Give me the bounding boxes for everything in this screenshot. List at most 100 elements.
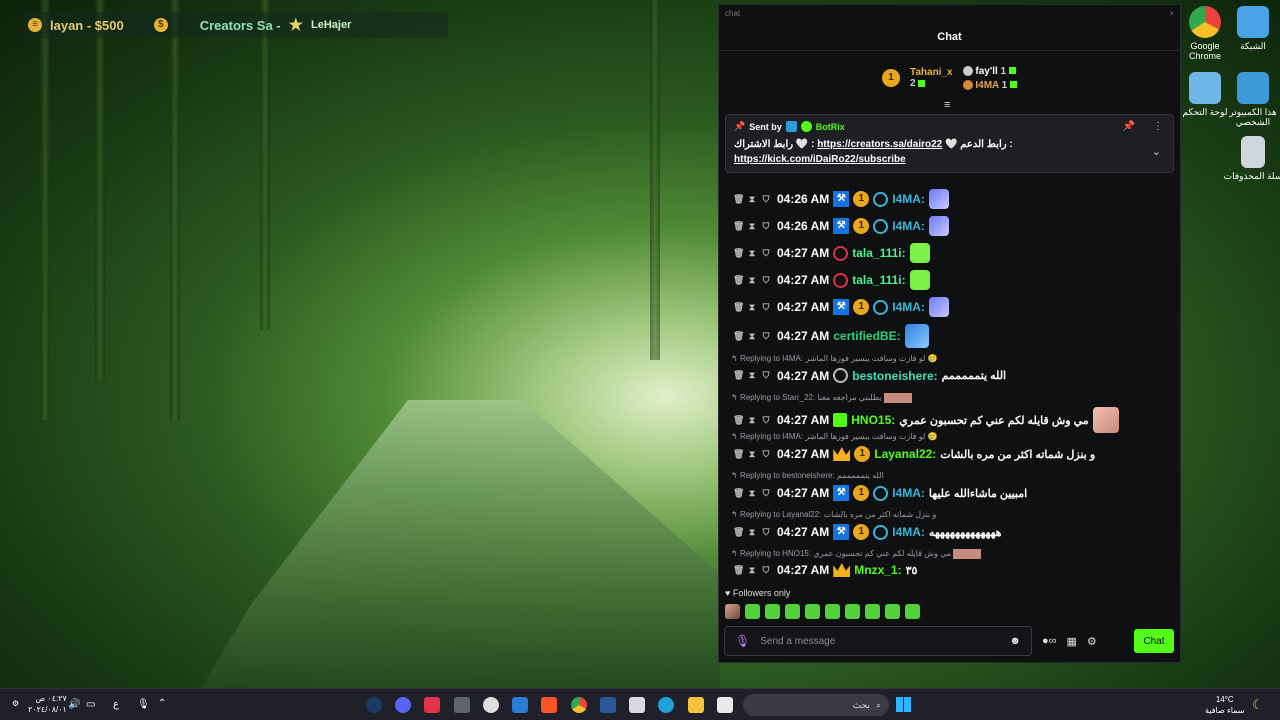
ban-shield-icon[interactable]: ⛉: [761, 370, 771, 381]
file-explorer-icon[interactable]: [688, 697, 704, 713]
delete-icon[interactable]: 🗑: [733, 488, 744, 499]
subscribe-link-kick[interactable]: https://kick.com/iDaiRo22/subscribe: [734, 154, 906, 165]
display-icon[interactable]: ▭: [86, 699, 95, 710]
timeout-icon[interactable]: ⧗: [747, 331, 757, 342]
send-chat-button[interactable]: Chat: [1134, 629, 1174, 653]
steam-icon[interactable]: [366, 697, 382, 713]
timeout-icon[interactable]: ⧗: [747, 449, 757, 460]
timeout-icon[interactable]: ⧗: [747, 194, 757, 205]
message-username[interactable]: I4MA:: [892, 300, 925, 314]
reply-context[interactable]: ↰ Replying to I4MA: لو فازت وسافت يبسير …: [731, 354, 937, 363]
timeout-icon[interactable]: ⧗: [747, 370, 757, 381]
timeout-icon[interactable]: ⧗: [747, 488, 757, 499]
delete-icon[interactable]: 🗑: [733, 275, 744, 286]
reply-context[interactable]: ↰ Replying to Starr_22: يطلبني مراجعه مع…: [731, 393, 912, 403]
delete-icon[interactable]: 🗑: [733, 527, 744, 538]
emote-button[interactable]: [765, 604, 780, 619]
ban-shield-icon[interactable]: ⛉: [761, 194, 771, 205]
points-icon[interactable]: ●∞: [1042, 635, 1057, 647]
app-white-icon[interactable]: [717, 697, 733, 713]
microphone-icon[interactable]: 🎙: [735, 634, 750, 648]
chevron-down-icon[interactable]: ⌄: [1152, 145, 1161, 158]
discord-icon[interactable]: [395, 697, 411, 713]
chrome-taskbar-icon[interactable]: [571, 697, 587, 713]
bot-name[interactable]: BotRix: [816, 122, 845, 132]
delete-icon[interactable]: 🗑: [733, 221, 744, 232]
edge-icon[interactable]: [658, 697, 674, 713]
message-username[interactable]: tala_111i:: [852, 273, 905, 287]
leader-third-name[interactable]: I4MA: [975, 80, 999, 91]
message-username[interactable]: I4MA:: [892, 525, 925, 539]
delete-icon[interactable]: 🗑: [733, 565, 744, 576]
message-username[interactable]: certifiedBE:: [833, 329, 900, 343]
message-username[interactable]: bestoneishere:: [852, 369, 937, 383]
more-options-icon[interactable]: ⋮: [1153, 121, 1163, 132]
timeout-icon[interactable]: ⧗: [747, 527, 757, 538]
microphone-tray-icon[interactable]: 🎙: [137, 699, 150, 710]
ban-shield-icon[interactable]: ⛉: [761, 449, 771, 460]
emote-button[interactable]: [805, 604, 820, 619]
reply-context[interactable]: ↰ Replying to Layanal22: و بنزل شماته اك…: [731, 510, 936, 519]
subscribe-link-creators[interactable]: https://creators.sa/dairo22: [817, 139, 942, 150]
message-username[interactable]: tala_111i:: [852, 246, 905, 260]
emoji-icon[interactable]: ☻: [1009, 635, 1021, 647]
brave-icon[interactable]: [541, 697, 557, 713]
delete-icon[interactable]: 🗑: [733, 370, 744, 381]
emote-button[interactable]: [885, 604, 900, 619]
close-icon[interactable]: ×: [1169, 9, 1174, 19]
timeout-icon[interactable]: ⧗: [747, 302, 757, 313]
desktop-icon-recycle-bin[interactable]: سلة المحذوفات: [1223, 136, 1280, 181]
ban-shield-icon[interactable]: ⛉: [761, 302, 771, 313]
timeout-icon[interactable]: ⧗: [747, 415, 757, 426]
message-username[interactable]: I4MA:: [892, 486, 925, 500]
ban-shield-icon[interactable]: ⛉: [761, 527, 771, 538]
timeout-icon[interactable]: ⧗: [747, 248, 757, 259]
delete-icon[interactable]: 🗑: [733, 248, 744, 259]
emote-button[interactable]: [845, 604, 860, 619]
ban-shield-icon[interactable]: ⛉: [761, 331, 771, 342]
emote-button[interactable]: [725, 604, 740, 619]
ban-shield-icon[interactable]: ⛉: [761, 565, 771, 576]
emote-button[interactable]: [745, 604, 760, 619]
ban-shield-icon[interactable]: ⛉: [761, 275, 771, 286]
emote-button[interactable]: [865, 604, 880, 619]
settings-tray-icon[interactable]: ⚙: [12, 699, 19, 708]
expand-icon[interactable]: ≡: [944, 99, 950, 111]
timeout-icon[interactable]: ⧗: [747, 565, 757, 576]
message-username[interactable]: I4MA:: [892, 192, 925, 206]
message-username[interactable]: Mnzx_1:: [854, 563, 901, 577]
reply-context[interactable]: ↰ Replying to bestoneishere: الله يتمممم…: [731, 471, 884, 480]
store-icon[interactable]: ▦: [1067, 635, 1077, 648]
timeout-icon[interactable]: ⧗: [747, 221, 757, 232]
taskbar-search[interactable]: بحث ⌕: [743, 694, 889, 716]
ban-shield-icon[interactable]: ⛉: [761, 248, 771, 259]
delete-icon[interactable]: 🗑: [733, 449, 744, 460]
word-icon[interactable]: [600, 697, 616, 713]
desktop-icon-network[interactable]: الشبكة: [1223, 6, 1280, 51]
ban-shield-icon[interactable]: ⛉: [761, 488, 771, 499]
clock[interactable]: ٠٤:٢٧ ص ٢٠٢٤/٠٨/٠١: [28, 693, 67, 715]
start-button[interactable]: [896, 697, 911, 712]
chevron-up-icon[interactable]: ⌃: [158, 698, 166, 709]
emote-button[interactable]: [825, 604, 840, 619]
message-username[interactable]: I4MA:: [892, 219, 925, 233]
message-username[interactable]: Layanal22:: [874, 447, 936, 461]
message-input[interactable]: [760, 635, 1000, 647]
store-taskbar-icon[interactable]: [629, 697, 645, 713]
volume-icon[interactable]: 🔊: [68, 699, 80, 710]
reply-context[interactable]: ↰ Replying to I4MA: لو فازت وسافت يبسير …: [731, 432, 937, 441]
leader-first-name[interactable]: Tahani_x: [910, 67, 953, 78]
leader-second-name[interactable]: fay'll: [975, 66, 997, 77]
timeout-icon[interactable]: ⧗: [747, 275, 757, 286]
mail-icon[interactable]: [512, 697, 528, 713]
emote-button[interactable]: [785, 604, 800, 619]
delete-icon[interactable]: 🗑: [733, 302, 744, 313]
delete-icon[interactable]: 🗑: [733, 194, 744, 205]
weather-widget[interactable]: 14°C سماء صافية: [1205, 694, 1245, 716]
app-red-icon[interactable]: [424, 697, 440, 713]
delete-icon[interactable]: 🗑: [733, 415, 744, 426]
ban-shield-icon[interactable]: ⛉: [761, 415, 771, 426]
excel-icon[interactable]: [454, 697, 470, 713]
github-icon[interactable]: [483, 697, 499, 713]
unpin-icon[interactable]: 📌: [1123, 121, 1135, 132]
